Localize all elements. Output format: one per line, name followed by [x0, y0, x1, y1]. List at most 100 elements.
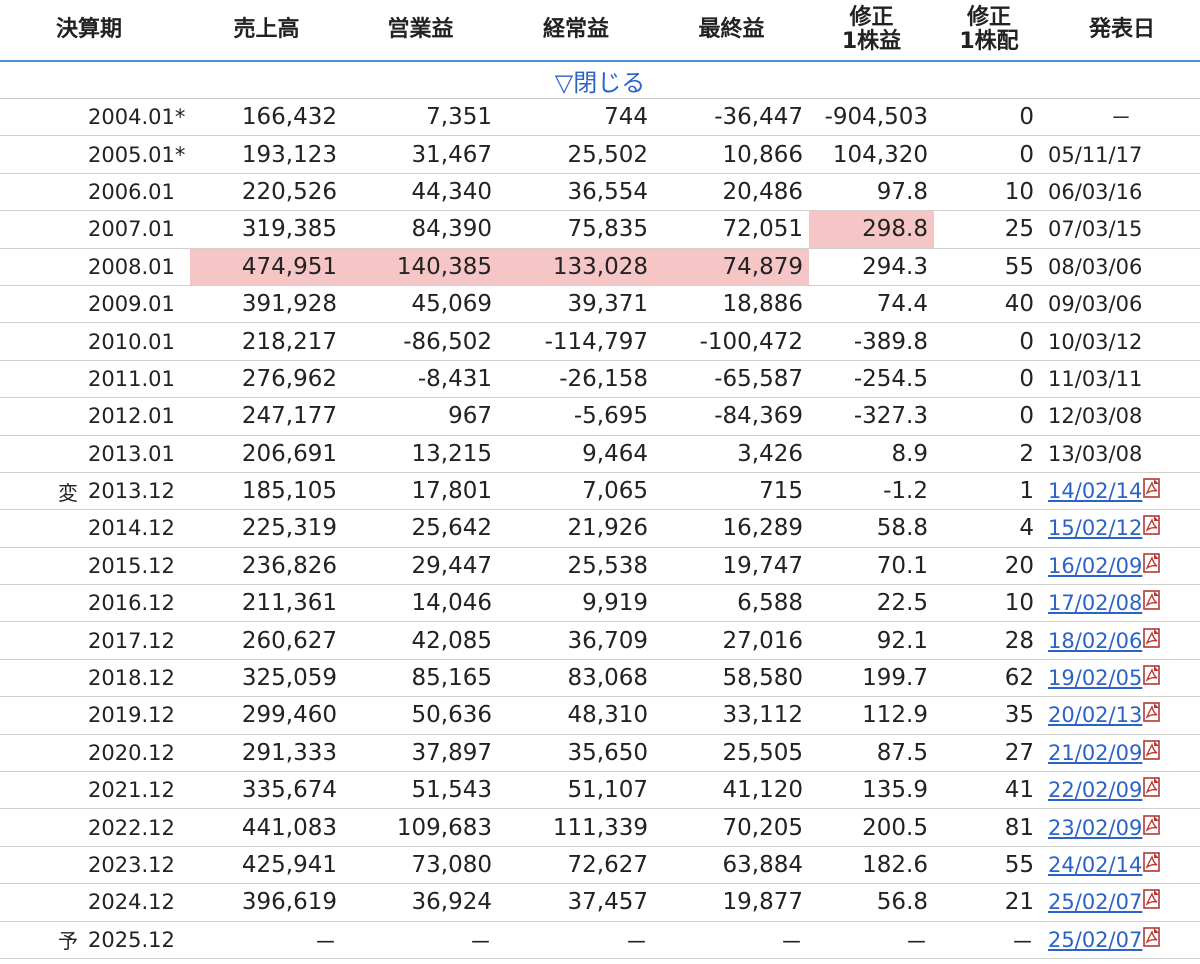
- cell-ordinary-profit: -26,158: [498, 360, 655, 399]
- cell-ordinary-profit: 75,835: [498, 210, 655, 249]
- row-mark: [0, 808, 82, 847]
- cell-operating-profit: 140,385: [343, 248, 499, 286]
- announce-date-link[interactable]: 21/02/09: [1048, 741, 1142, 765]
- header-announce-date: 発表日: [1044, 0, 1200, 62]
- cell-announce-date: 16/02/09: [1044, 547, 1200, 586]
- row-mark: [0, 621, 82, 660]
- pdf-icon[interactable]: [1143, 627, 1161, 648]
- cell-ordinary-profit: 48,310: [498, 696, 655, 735]
- announce-date-link[interactable]: 23/02/09: [1048, 816, 1142, 840]
- pdf-icon[interactable]: [1143, 478, 1161, 498]
- cell-sales: 193,123: [190, 135, 344, 174]
- cell-announce-date: 05/11/17: [1044, 135, 1200, 174]
- cell-dividend: 4: [934, 509, 1045, 548]
- table-row: 2022.12 441,083 109,683 111,339 70,205 200.5 8…: [0, 808, 1200, 847]
- row-mark: [0, 771, 82, 810]
- announce-date-link[interactable]: 18/02/06: [1048, 629, 1142, 653]
- table-row: 2017.12 260,627 42,085 36,709 27,016 92.1 28 18…: [0, 621, 1200, 660]
- cell-net-profit: -65,587: [654, 360, 810, 399]
- cell-sales: 260,627: [190, 621, 344, 660]
- cell-announce-date: 18/02/06: [1044, 621, 1200, 660]
- pdf-icon[interactable]: [1143, 777, 1161, 798]
- cell-sales: 335,674: [190, 771, 344, 810]
- cell-operating-profit: －: [343, 921, 499, 959]
- pdf-icon[interactable]: [1143, 702, 1161, 723]
- announce-date-link[interactable]: 25/02/07: [1048, 890, 1142, 914]
- cell-dividend: －: [934, 921, 1045, 959]
- pdf-icon[interactable]: [1143, 665, 1161, 685]
- cell-net-profit: 25,505: [654, 734, 810, 773]
- header-period: 決算期: [0, 0, 191, 62]
- pdf-icon[interactable]: [1143, 889, 1161, 910]
- cell-net-profit: 16,289: [654, 509, 810, 548]
- row-mark: [0, 846, 82, 885]
- cell-operating-profit: 45,069: [343, 285, 499, 324]
- table-row: 2009.01 391,928 45,069 39,371 18,886 74.4 40 09…: [0, 285, 1200, 324]
- cell-announce-date: 21/02/09: [1044, 734, 1200, 773]
- close-toggle[interactable]: ▽閉じる: [0, 61, 1200, 99]
- pdf-icon[interactable]: [1143, 740, 1161, 760]
- table-row: 変 2013.12 185,105 17,801 7,065 715 -1.2 1 14/02/…: [0, 472, 1200, 511]
- pdf-icon[interactable]: [1143, 852, 1161, 872]
- cell-operating-profit: 36,924: [343, 883, 499, 922]
- pdf-icon[interactable]: [1143, 515, 1161, 536]
- cell-eps: 92.1: [809, 621, 935, 660]
- cell-period: 2010.01: [82, 322, 191, 361]
- cell-announce-date: 25/02/07: [1044, 921, 1200, 959]
- cell-ordinary-profit: 25,538: [498, 547, 655, 586]
- header-net-profit: 最終益: [654, 0, 810, 62]
- cell-dividend: 2: [934, 435, 1045, 473]
- pdf-icon[interactable]: [1143, 590, 1161, 611]
- cell-dividend: 55: [934, 846, 1045, 885]
- cell-dividend: 28: [934, 621, 1045, 660]
- cell-sales: 236,826: [190, 547, 344, 586]
- cell-period: 2018.12: [82, 659, 191, 698]
- row-mark: [0, 659, 82, 698]
- cell-period: 2016.12: [82, 584, 191, 623]
- cell-ordinary-profit: 37,457: [498, 883, 655, 922]
- cell-dividend: 25: [934, 210, 1045, 249]
- row-mark: [0, 135, 82, 174]
- cell-net-profit: 19,877: [654, 883, 810, 922]
- cell-sales: 319,385: [190, 210, 344, 249]
- announce-date-link[interactable]: 25/02/07: [1048, 928, 1142, 952]
- announce-date-link[interactable]: 20/02/13: [1048, 703, 1142, 727]
- table-row: 2008.01 474,951 140,385 133,028 74,879 294.3 5…: [0, 248, 1200, 286]
- cell-dividend: 0: [934, 322, 1045, 361]
- cell-period: 2009.01: [82, 285, 191, 324]
- cell-eps: 22.5: [809, 584, 935, 623]
- cell-ordinary-profit: －: [498, 921, 655, 959]
- cell-period: 2008.01: [82, 248, 191, 286]
- cell-period: 2011.01: [82, 360, 191, 399]
- cell-ordinary-profit: 83,068: [498, 659, 655, 698]
- row-mark: [0, 397, 82, 436]
- cell-announce-date: 07/03/15: [1044, 210, 1200, 249]
- pdf-icon[interactable]: [1143, 926, 1161, 947]
- announce-date-link[interactable]: 24/02/14: [1048, 853, 1142, 877]
- cell-announce-date: 12/03/08: [1044, 397, 1200, 436]
- announce-date-link[interactable]: 15/02/12: [1048, 516, 1142, 540]
- cell-sales: 218,217: [190, 322, 344, 361]
- cell-period: 2017.12: [82, 621, 191, 660]
- row-mark: [0, 210, 82, 249]
- table-row: 2020.12 291,333 37,897 35,650 25,505 87.5 27 21…: [0, 734, 1200, 773]
- cell-sales: 206,691: [190, 435, 344, 473]
- cell-net-profit: 10,866: [654, 135, 810, 174]
- cell-ordinary-profit: 7,065: [498, 472, 655, 511]
- cell-net-profit: 715: [654, 472, 810, 511]
- cell-period: 2021.12: [82, 771, 191, 810]
- row-mark: [0, 883, 82, 922]
- announce-date-link[interactable]: 22/02/09: [1048, 778, 1142, 802]
- cell-period: 2007.01: [82, 210, 191, 249]
- header-dividend-line2: 1株配: [959, 29, 1019, 54]
- announce-date-link[interactable]: 19/02/05: [1048, 666, 1142, 690]
- cell-period: 2024.12: [82, 883, 191, 922]
- announce-date-link[interactable]: 16/02/09: [1048, 554, 1142, 578]
- announce-date-link[interactable]: 14/02/14: [1048, 479, 1142, 503]
- cell-operating-profit: 51,543: [343, 771, 499, 810]
- cell-net-profit: 72,051: [654, 210, 810, 249]
- pdf-icon[interactable]: [1143, 814, 1161, 835]
- announce-date-link[interactable]: 17/02/08: [1048, 591, 1142, 615]
- pdf-icon[interactable]: [1143, 553, 1161, 573]
- cell-eps: 70.1: [809, 547, 935, 586]
